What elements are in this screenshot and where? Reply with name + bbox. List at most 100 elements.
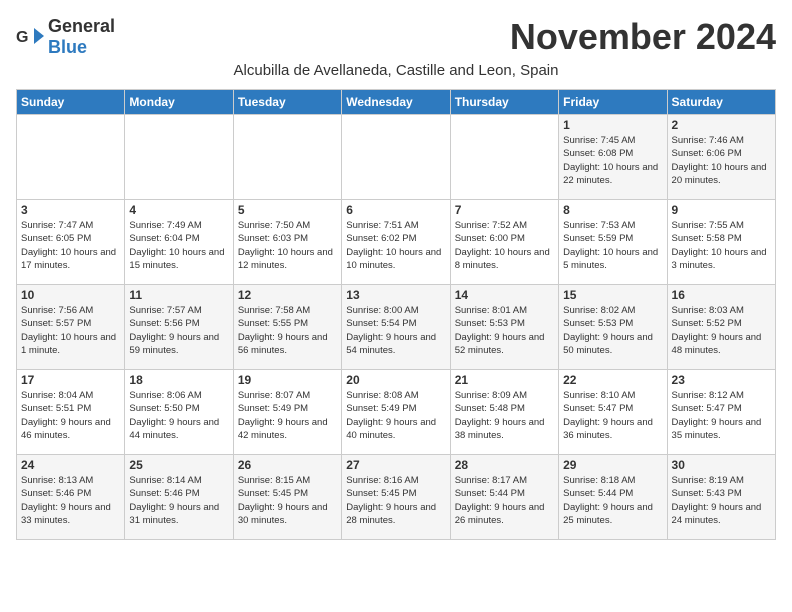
day-cell: 15Sunrise: 8:02 AM Sunset: 5:53 PM Dayli… bbox=[559, 285, 667, 370]
day-cell: 13 Sunrise: 8:00 AM Sunset: 5:54 PM Dayli… bbox=[342, 285, 450, 370]
day-number: 6 bbox=[346, 203, 445, 217]
week-row-3: 10 Sunrise: 7:56 AM Sunset: 5:57 PM Dayli… bbox=[17, 285, 776, 370]
day-number: 5 bbox=[238, 203, 337, 217]
calendar-table: SundayMondayTuesdayWednesdayThursdayFrid… bbox=[16, 89, 776, 540]
day-number: 30 bbox=[672, 458, 771, 472]
day-cell: 2Sunrise: 7:46 AM Sunset: 6:06 PM Daylig… bbox=[667, 115, 775, 200]
day-info: Sunrise: 7:45 AM Sunset: 6:08 PM Dayligh… bbox=[563, 134, 662, 187]
day-info: Sunrise: 8:13 AM Sunset: 5:46 PM Dayligh… bbox=[21, 474, 120, 527]
column-header-sunday: Sunday bbox=[17, 90, 125, 115]
day-cell: 12 Sunrise: 7:58 AM Sunset: 5:55 PM Dayli… bbox=[233, 285, 341, 370]
day-info: Sunrise: 8:08 AM Sunset: 5:49 PM Dayligh… bbox=[346, 389, 445, 442]
svg-text:G: G bbox=[16, 29, 28, 46]
day-number: 19 bbox=[238, 373, 337, 387]
day-cell: 8Sunrise: 7:53 AM Sunset: 5:59 PM Daylig… bbox=[559, 200, 667, 285]
day-number: 22 bbox=[563, 373, 662, 387]
day-info: Sunrise: 8:07 AM Sunset: 5:49 PM Dayligh… bbox=[238, 389, 337, 442]
day-info: Sunrise: 7:50 AM Sunset: 6:03 PM Dayligh… bbox=[238, 219, 337, 272]
month-year: November 2024 bbox=[510, 16, 776, 58]
day-number: 27 bbox=[346, 458, 445, 472]
day-cell bbox=[233, 115, 341, 200]
day-info: Sunrise: 7:51 AM Sunset: 6:02 PM Dayligh… bbox=[346, 219, 445, 272]
day-cell: 22 Sunrise: 8:10 AM Sunset: 5:47 PM Dayli… bbox=[559, 370, 667, 455]
day-cell: 25 Sunrise: 8:14 AM Sunset: 5:46 PM Dayli… bbox=[125, 455, 233, 540]
day-info: Sunrise: 8:00 AM Sunset: 5:54 PM Dayligh… bbox=[346, 304, 445, 357]
day-cell: 29 Sunrise: 8:18 AM Sunset: 5:44 PM Dayli… bbox=[559, 455, 667, 540]
day-number: 1 bbox=[563, 118, 662, 132]
day-number: 25 bbox=[129, 458, 228, 472]
week-row-4: 17Sunrise: 8:04 AM Sunset: 5:51 PM Dayli… bbox=[17, 370, 776, 455]
day-number: 4 bbox=[129, 203, 228, 217]
day-number: 8 bbox=[563, 203, 662, 217]
day-number: 20 bbox=[346, 373, 445, 387]
day-info: Sunrise: 8:14 AM Sunset: 5:46 PM Dayligh… bbox=[129, 474, 228, 527]
day-cell: 14 Sunrise: 8:01 AM Sunset: 5:53 PM Dayli… bbox=[450, 285, 558, 370]
day-info: Sunrise: 8:15 AM Sunset: 5:45 PM Dayligh… bbox=[238, 474, 337, 527]
day-info: Sunrise: 7:57 AM Sunset: 5:56 PM Dayligh… bbox=[129, 304, 228, 357]
day-info: Sunrise: 8:10 AM Sunset: 5:47 PM Dayligh… bbox=[563, 389, 662, 442]
logo: G General Blue bbox=[16, 16, 115, 58]
page-header: G General Blue November 2024 bbox=[16, 16, 776, 58]
day-cell bbox=[17, 115, 125, 200]
day-cell: 3Sunrise: 7:47 AM Sunset: 6:05 PM Daylig… bbox=[17, 200, 125, 285]
day-info: Sunrise: 7:58 AM Sunset: 5:55 PM Dayligh… bbox=[238, 304, 337, 357]
day-number: 14 bbox=[455, 288, 554, 302]
column-header-tuesday: Tuesday bbox=[233, 90, 341, 115]
day-info: Sunrise: 7:52 AM Sunset: 6:00 PM Dayligh… bbox=[455, 219, 554, 272]
day-number: 10 bbox=[21, 288, 120, 302]
column-header-monday: Monday bbox=[125, 90, 233, 115]
day-cell bbox=[125, 115, 233, 200]
day-number: 18 bbox=[129, 373, 228, 387]
day-cell: 21Sunrise: 8:09 AM Sunset: 5:48 PM Dayli… bbox=[450, 370, 558, 455]
week-row-2: 3Sunrise: 7:47 AM Sunset: 6:05 PM Daylig… bbox=[17, 200, 776, 285]
day-number: 28 bbox=[455, 458, 554, 472]
day-info: Sunrise: 7:47 AM Sunset: 6:05 PM Dayligh… bbox=[21, 219, 120, 272]
day-number: 2 bbox=[672, 118, 771, 132]
day-number: 13 bbox=[346, 288, 445, 302]
day-number: 21 bbox=[455, 373, 554, 387]
day-cell: 19 Sunrise: 8:07 AM Sunset: 5:49 PM Dayli… bbox=[233, 370, 341, 455]
logo-blue: Blue bbox=[48, 37, 87, 57]
day-info: Sunrise: 8:19 AM Sunset: 5:43 PM Dayligh… bbox=[672, 474, 771, 527]
day-cell: 26 Sunrise: 8:15 AM Sunset: 5:45 PM Dayli… bbox=[233, 455, 341, 540]
day-cell: 24Sunrise: 8:13 AM Sunset: 5:46 PM Dayli… bbox=[17, 455, 125, 540]
day-info: Sunrise: 8:18 AM Sunset: 5:44 PM Dayligh… bbox=[563, 474, 662, 527]
week-row-1: 1 Sunrise: 7:45 AM Sunset: 6:08 PM Daylig… bbox=[17, 115, 776, 200]
day-cell: 10 Sunrise: 7:56 AM Sunset: 5:57 PM Dayli… bbox=[17, 285, 125, 370]
day-cell: 7 Sunrise: 7:52 AM Sunset: 6:00 PM Daylig… bbox=[450, 200, 558, 285]
day-cell bbox=[450, 115, 558, 200]
title-section: November 2024 bbox=[510, 16, 776, 58]
day-info: Sunrise: 8:06 AM Sunset: 5:50 PM Dayligh… bbox=[129, 389, 228, 442]
day-cell: 23 Sunrise: 8:12 AM Sunset: 5:47 PM Dayli… bbox=[667, 370, 775, 455]
day-info: Sunrise: 8:16 AM Sunset: 5:45 PM Dayligh… bbox=[346, 474, 445, 527]
day-cell: 27 Sunrise: 8:16 AM Sunset: 5:45 PM Dayli… bbox=[342, 455, 450, 540]
day-number: 16 bbox=[672, 288, 771, 302]
day-info: Sunrise: 7:56 AM Sunset: 5:57 PM Dayligh… bbox=[21, 304, 120, 357]
day-cell: 20 Sunrise: 8:08 AM Sunset: 5:49 PM Dayli… bbox=[342, 370, 450, 455]
day-cell: 11 Sunrise: 7:57 AM Sunset: 5:56 PM Dayli… bbox=[125, 285, 233, 370]
day-number: 12 bbox=[238, 288, 337, 302]
day-info: Sunrise: 7:55 AM Sunset: 5:58 PM Dayligh… bbox=[672, 219, 771, 272]
logo-icon: G bbox=[16, 26, 44, 48]
week-row-5: 24Sunrise: 8:13 AM Sunset: 5:46 PM Dayli… bbox=[17, 455, 776, 540]
day-number: 7 bbox=[455, 203, 554, 217]
day-cell: 5 Sunrise: 7:50 AM Sunset: 6:03 PM Daylig… bbox=[233, 200, 341, 285]
column-header-thursday: Thursday bbox=[450, 90, 558, 115]
day-info: Sunrise: 8:01 AM Sunset: 5:53 PM Dayligh… bbox=[455, 304, 554, 357]
day-number: 17 bbox=[21, 373, 120, 387]
day-info: Sunrise: 8:17 AM Sunset: 5:44 PM Dayligh… bbox=[455, 474, 554, 527]
logo-general: General bbox=[48, 16, 115, 36]
day-cell: 6 Sunrise: 7:51 AM Sunset: 6:02 PM Daylig… bbox=[342, 200, 450, 285]
day-number: 11 bbox=[129, 288, 228, 302]
subtitle: Alcubilla de Avellaneda, Castille and Le… bbox=[16, 62, 776, 79]
day-cell: 16Sunrise: 8:03 AM Sunset: 5:52 PM Dayli… bbox=[667, 285, 775, 370]
day-number: 23 bbox=[672, 373, 771, 387]
day-cell: 18 Sunrise: 8:06 AM Sunset: 5:50 PM Dayli… bbox=[125, 370, 233, 455]
day-cell: 30 Sunrise: 8:19 AM Sunset: 5:43 PM Dayli… bbox=[667, 455, 775, 540]
day-cell: 9Sunrise: 7:55 AM Sunset: 5:58 PM Daylig… bbox=[667, 200, 775, 285]
day-number: 26 bbox=[238, 458, 337, 472]
day-number: 29 bbox=[563, 458, 662, 472]
day-cell: 17Sunrise: 8:04 AM Sunset: 5:51 PM Dayli… bbox=[17, 370, 125, 455]
day-info: Sunrise: 8:12 AM Sunset: 5:47 PM Dayligh… bbox=[672, 389, 771, 442]
column-header-wednesday: Wednesday bbox=[342, 90, 450, 115]
